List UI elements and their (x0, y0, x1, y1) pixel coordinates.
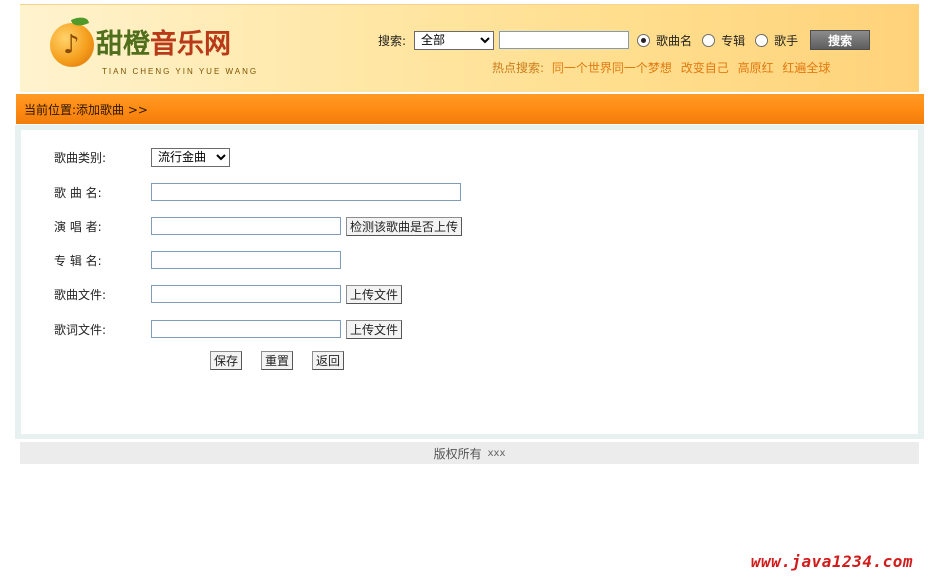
radio-song-name[interactable] (637, 33, 651, 47)
radio-singer[interactable] (755, 33, 769, 47)
row-song-name: 歌 曲 名: (54, 181, 461, 203)
lyric-file-label: 歌词文件: (54, 322, 107, 337)
hot-search-label: 热点搜索: (492, 61, 545, 75)
logo-title-part1: 甜橙 (96, 29, 150, 60)
category-select[interactable]: 流行金曲 (151, 147, 230, 167)
song-name-label: 歌 曲 名: (54, 185, 102, 200)
watermark-text: www.java1234.com (750, 552, 913, 571)
copyright-owner: xxx (487, 447, 506, 459)
breadcrumb-text: 当前位置:添加歌曲 >> (24, 102, 148, 117)
hot-search-link[interactable]: 红遍全球 (782, 61, 830, 75)
page: ♪ 甜橙音乐网 TIAN CHENG YIN YUE WANG 搜索: 全部 歌… (0, 0, 929, 585)
row-lyric-file: 歌词文件: 上传文件 (54, 318, 403, 340)
reset-button[interactable]: 重置 (261, 351, 294, 370)
site-logo[interactable]: ♪ 甜橙音乐网 TIAN CHENG YIN YUE WANG (50, 21, 256, 81)
lyric-file-input[interactable] (151, 320, 341, 338)
search-type-song[interactable]: 歌曲名 (637, 32, 692, 49)
radio-song-name-label: 歌曲名 (656, 33, 693, 48)
row-category: 歌曲类别: 流行金曲 (54, 146, 230, 168)
search-label: 搜索: (378, 33, 407, 48)
search-button[interactable]: 搜索 (810, 30, 871, 50)
search-bar: 搜索: 全部 歌曲名 专辑 歌手 搜索 (378, 29, 871, 51)
logo-title: 甜橙音乐网 (96, 29, 231, 61)
logo-title-part2: 音乐网 (150, 29, 231, 60)
album-input[interactable] (151, 251, 341, 269)
radio-album[interactable] (702, 33, 716, 47)
search-type-album[interactable]: 专辑 (702, 32, 745, 49)
singer-label: 演 唱 者: (54, 219, 102, 234)
logo-subtitle: TIAN CHENG YIN YUE WANG (102, 67, 259, 76)
hot-search-link[interactable]: 改变自己 (681, 61, 729, 75)
search-type-singer[interactable]: 歌手 (755, 32, 798, 49)
upload-song-file-button[interactable]: 上传文件 (346, 284, 403, 304)
form-actions: 保存 重置 返回 (210, 351, 363, 370)
upload-lyric-file-button[interactable]: 上传文件 (346, 319, 403, 339)
hot-search-link[interactable]: 高原红 (738, 61, 774, 75)
singer-input[interactable] (151, 217, 341, 235)
copyright-text: 版权所有 (433, 446, 482, 461)
radio-album-label: 专辑 (721, 33, 746, 48)
category-label: 歌曲类别: (54, 150, 107, 165)
song-file-input[interactable] (151, 285, 341, 303)
search-input[interactable] (499, 31, 630, 49)
breadcrumb: 当前位置:添加歌曲 >> (16, 94, 924, 124)
hot-search-link[interactable]: 同一个世界同一个梦想 (552, 61, 672, 75)
hot-search: 热点搜索: 同一个世界同一个梦想 改变自己 高原红 红遍全球 (492, 59, 833, 76)
add-song-form: 歌曲类别: 流行金曲 歌 曲 名: 演 唱 者: 检测该歌曲是否上传 专 辑 名… (21, 130, 918, 434)
search-scope-select[interactable]: 全部 (414, 30, 495, 50)
row-album: 专 辑 名: (54, 249, 341, 271)
site-header: ♪ 甜橙音乐网 TIAN CHENG YIN YUE WANG 搜索: 全部 歌… (20, 4, 919, 92)
save-button[interactable]: 保存 (210, 351, 243, 370)
check-song-uploaded-button[interactable]: 检测该歌曲是否上传 (346, 216, 463, 236)
row-singer: 演 唱 者: 检测该歌曲是否上传 (54, 215, 463, 237)
back-button[interactable]: 返回 (312, 351, 345, 370)
song-name-input[interactable] (151, 183, 461, 201)
music-note-icon: ♪ (63, 30, 80, 60)
album-label: 专 辑 名: (54, 253, 102, 268)
row-song-file: 歌曲文件: 上传文件 (54, 283, 403, 305)
orange-fruit-icon: ♪ (50, 23, 94, 67)
radio-singer-label: 歌手 (774, 33, 799, 48)
site-footer: 版权所有 xxx (20, 442, 919, 464)
form-panel-frame: 歌曲类别: 流行金曲 歌 曲 名: 演 唱 者: 检测该歌曲是否上传 专 辑 名… (15, 125, 924, 439)
song-file-label: 歌曲文件: (54, 287, 107, 302)
